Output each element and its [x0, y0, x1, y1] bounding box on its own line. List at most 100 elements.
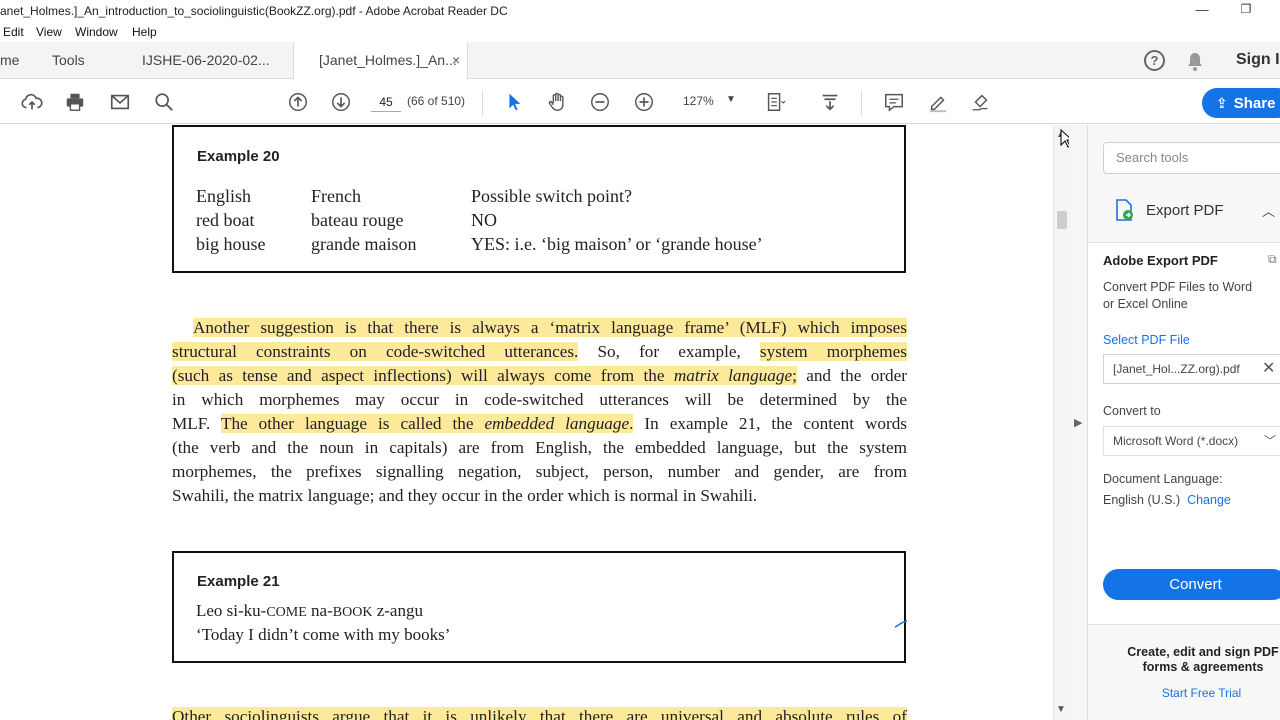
example-20-cell: big house	[196, 234, 266, 254]
swahili-part: na-	[306, 601, 333, 620]
example-20-cell: grande maison	[311, 234, 417, 254]
text-line: structural constraints on code-switched …	[172, 340, 907, 364]
text-line: Other sociolinguists argue that it is un…	[172, 705, 907, 720]
select-cursor-icon[interactable]	[502, 90, 526, 114]
plain-text: and the order	[796, 366, 907, 385]
restore-button[interactable]: ❐	[1236, 2, 1256, 20]
change-language-link[interactable]: Change	[1187, 493, 1231, 507]
text-line: (the verb and the noun in capitals) are …	[172, 438, 907, 457]
text-line: (such as tense and aspect inflections) w…	[172, 364, 907, 388]
small-caps-word: COME	[266, 605, 307, 620]
example-20-label: Example 20	[197, 148, 280, 165]
scroll-mode-icon[interactable]	[818, 90, 842, 114]
title-bar: anet_Holmes.]_An_introduction_to_socioli…	[0, 0, 1280, 24]
body-paragraph: Another suggestion is that there is alwa…	[172, 316, 907, 508]
main-toolbar: 45 (66 of 510) 127% ▼ ⇪ Share	[0, 80, 1280, 124]
example-21-box: Example 21 Leo si-ku-COME na-BOOK z-angu…	[172, 551, 908, 663]
sign-in-link[interactable]: Sign I	[1236, 51, 1280, 69]
convert-to-select[interactable]: Microsoft Word (*.docx) ﹀	[1103, 426, 1280, 456]
toolbar-separator	[861, 90, 862, 116]
select-pdf-file-link[interactable]: Select PDF File	[1103, 332, 1190, 349]
highlighted-text: Other sociolinguists argue that it is un…	[172, 707, 907, 720]
highlight-pen-icon[interactable]	[926, 90, 950, 114]
chevron-down-icon: ﹀	[1264, 434, 1277, 448]
help-icon[interactable]: ?	[1144, 50, 1165, 71]
start-free-trial-link[interactable]: Start Free Trial	[1088, 686, 1280, 700]
close-tab-icon[interactable]: ×	[452, 52, 460, 68]
document-language-row: English (U.S.) Change	[1103, 492, 1231, 509]
example-20-header-french: French	[311, 186, 361, 206]
highlighted-text: structural constraints on code-switched …	[172, 342, 579, 361]
zoom-level[interactable]: 127%	[683, 94, 714, 108]
export-pdf-icon	[1112, 198, 1136, 225]
note-marker-icon[interactable]	[894, 619, 908, 629]
example-20-header-english: English	[196, 186, 252, 206]
example-20-cell: red boat	[196, 210, 255, 230]
scroll-down-icon[interactable]: ▼	[1056, 704, 1066, 715]
menu-view[interactable]: View	[36, 25, 62, 39]
document-language-label: Document Language:	[1103, 472, 1223, 486]
export-pdf-description: Convert PDF Files to Word or Excel Onlin…	[1103, 280, 1253, 311]
tab-document-holmes[interactable]: [Janet_Holmes.]_An...	[293, 42, 468, 80]
zoom-in-icon[interactable]	[632, 90, 656, 114]
hand-tool-icon[interactable]	[545, 90, 569, 114]
menu-window[interactable]: Window	[75, 25, 118, 39]
example-20-cell: YES: i.e. ‘big maison’ or ‘grande house’	[471, 234, 763, 254]
tab-document-ijshe[interactable]: IJSHE-06-2020-02...	[142, 42, 270, 79]
share-button[interactable]: ⇪ Share	[1202, 88, 1280, 118]
chevron-up-icon[interactable]: ︿	[1262, 201, 1275, 220]
sign-icon[interactable]	[969, 90, 993, 114]
next-page-icon[interactable]	[329, 90, 353, 114]
plain-text: So, for example,	[578, 342, 760, 361]
selected-file-field[interactable]: [Janet_Hol...ZZ.org).pdf ✕	[1103, 354, 1280, 384]
upload-cloud-icon[interactable]	[20, 90, 44, 114]
minimize-button[interactable]: —	[1192, 2, 1212, 20]
document-view[interactable]: Example 20 English French Possible switc…	[0, 125, 1053, 720]
selected-file-name: [Janet_Hol...ZZ.org).pdf	[1113, 362, 1240, 376]
text-line: in which morphemes may occur in code-swi…	[172, 390, 907, 409]
info-icon[interactable]: ⧉	[1268, 252, 1277, 267]
page-fit-icon[interactable]	[763, 90, 787, 114]
text-line: Swahili, the matrix language; and they o…	[172, 486, 758, 505]
vertical-scrollbar[interactable]: ▲ ▼	[1053, 125, 1069, 720]
convert-button[interactable]: Convert	[1103, 569, 1280, 600]
zoom-out-icon[interactable]	[588, 90, 612, 114]
menu-help[interactable]: Help	[132, 25, 157, 39]
page-count: (66 of 510)	[407, 94, 466, 108]
tab-home[interactable]: me	[0, 42, 19, 79]
export-pdf-heading: Adobe Export PDF	[1103, 253, 1218, 268]
example-21-label: Example 21	[197, 573, 280, 590]
collapse-right-pane-icon[interactable]: ▶	[1074, 416, 1082, 429]
highlighted-text-part: (such as tense and aspect inflections) w…	[172, 366, 674, 385]
swahili-part: Leo si-ku-	[196, 601, 267, 620]
previous-page-icon[interactable]	[286, 90, 310, 114]
plain-text: MLF.	[172, 414, 221, 433]
menu-edit[interactable]: Edit	[3, 25, 24, 39]
bell-icon[interactable]	[1186, 52, 1204, 75]
share-label: Share	[1233, 95, 1276, 112]
search-icon[interactable]	[152, 90, 176, 114]
highlighted-text: system morphemes	[759, 342, 907, 361]
convert-to-value: Microsoft Word (*.docx)	[1113, 434, 1239, 448]
comment-icon[interactable]	[882, 90, 906, 114]
zoom-dropdown-icon[interactable]: ▼	[726, 94, 736, 105]
document-language-value: English (U.S.)	[1103, 493, 1181, 507]
example-21-swahili: Leo si-ku-COME na-BOOK z-angu	[196, 601, 423, 621]
small-caps-word: BOOK	[332, 605, 373, 620]
print-icon[interactable]	[63, 90, 87, 114]
example-20-header-switch: Possible switch point?	[471, 186, 632, 206]
search-tools-input[interactable]: Search tools	[1103, 142, 1280, 174]
tab-tools[interactable]: Tools	[52, 42, 85, 79]
share-icon: ⇪	[1216, 95, 1228, 111]
page-number-input[interactable]: 45	[371, 92, 401, 112]
remove-file-icon[interactable]: ✕	[1262, 355, 1275, 383]
tools-pane: Search tools Export PDF ︿ Adobe Export P…	[1088, 125, 1280, 720]
export-pdf-title[interactable]: Export PDF	[1146, 202, 1224, 219]
example-20-box: Example 20 English French Possible switc…	[172, 125, 906, 273]
tab-bar: me Tools IJSHE-06-2020-02... [Janet_Holm…	[0, 42, 1280, 80]
email-icon[interactable]	[108, 90, 132, 114]
example-21-translation: ‘Today I didn’t come with my books’	[196, 625, 451, 644]
scrollbar-thumb[interactable]	[1057, 211, 1067, 229]
text-line: Another suggestion is that there is alwa…	[172, 316, 907, 340]
highlighted-text: Another suggestion is that there is alwa…	[193, 318, 907, 337]
